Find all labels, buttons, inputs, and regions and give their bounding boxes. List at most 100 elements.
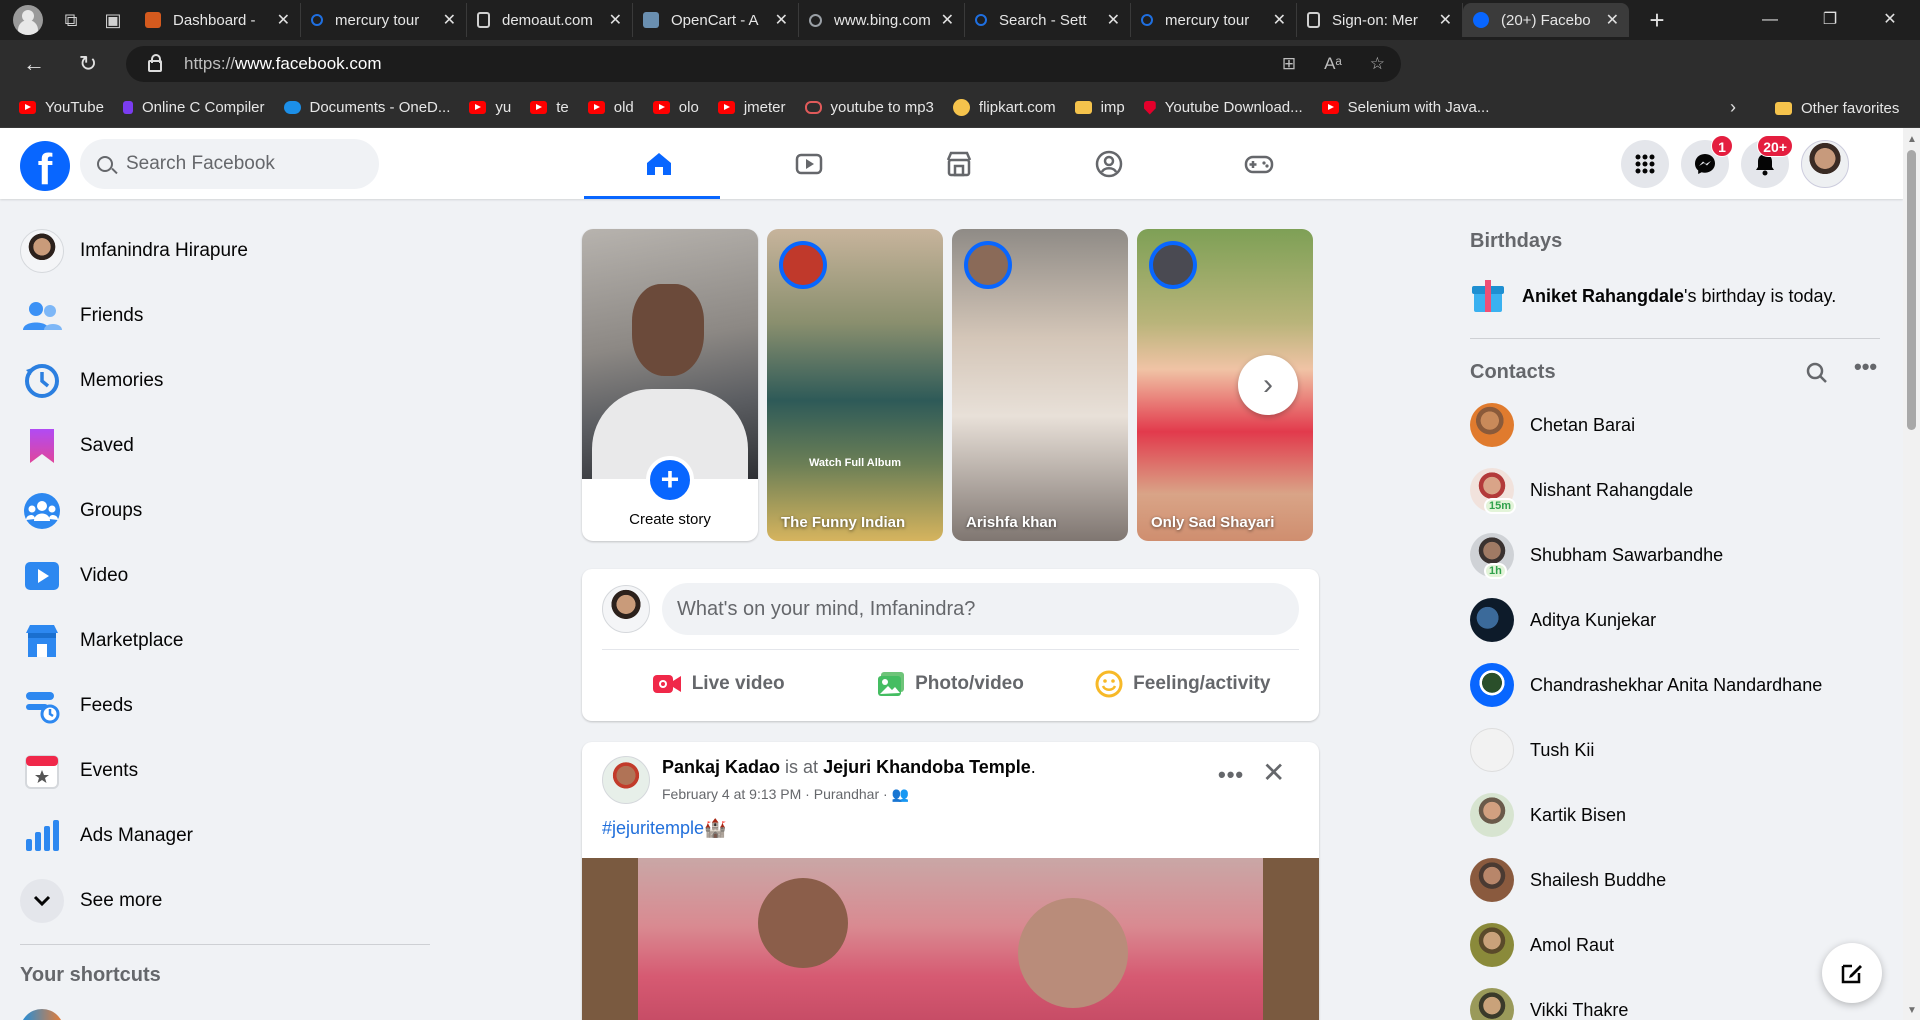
browser-tab[interactable]: www.bing.com ✕ (799, 3, 965, 37)
bookmark-item[interactable]: Selenium with Java... (1321, 99, 1489, 116)
sidebar-item-marketplace[interactable]: Marketplace (12, 613, 432, 669)
shortcut-thumbnail[interactable] (20, 1009, 64, 1020)
bookmark-item[interactable]: yu (469, 99, 511, 116)
new-tab-button[interactable]: + (1643, 5, 1671, 36)
minimize-icon[interactable]: — (1740, 0, 1800, 40)
composer-input[interactable]: What's on your mind, Imfanindra? (662, 583, 1299, 635)
stories-next-button[interactable]: › (1238, 355, 1298, 415)
post-place[interactable]: Jejuri Khandoba Temple (823, 757, 1031, 777)
contact-item[interactable]: Chandrashekhar Anita Nandardhane (1470, 659, 1880, 711)
nav-video-tab[interactable] (734, 128, 884, 199)
messenger-button[interactable]: 1 (1681, 135, 1733, 188)
browser-profile-avatar[interactable] (13, 5, 43, 35)
close-icon[interactable]: ✕ (1273, 10, 1286, 30)
vertical-tabs-icon[interactable]: ▣ (99, 6, 127, 34)
contact-item[interactable]: Amol Raut (1470, 919, 1880, 971)
nav-marketplace-tab[interactable] (884, 128, 1034, 199)
new-message-button[interactable] (1822, 943, 1882, 1003)
scroll-down-icon[interactable]: ▼ (1907, 1005, 1917, 1016)
close-icon[interactable]: ✕ (941, 10, 954, 30)
sidebar-item-profile[interactable]: Imfanindra Hirapure (12, 223, 432, 279)
close-icon[interactable]: ✕ (775, 10, 788, 30)
sidebar-item-ads-manager[interactable]: Ads Manager (12, 808, 432, 864)
post-image[interactable] (582, 858, 1319, 1020)
nav-home-tab[interactable] (584, 128, 734, 199)
refresh-icon[interactable]: ↻ (70, 51, 106, 77)
browser-tab[interactable]: Search - Sett ✕ (965, 3, 1131, 37)
notifications-button[interactable]: 20+ (1741, 135, 1793, 188)
nav-gaming-tab[interactable] (1184, 128, 1334, 199)
close-icon[interactable]: ✕ (443, 10, 456, 30)
window-close-icon[interactable]: ✕ (1860, 0, 1920, 40)
sidebar-item-see-more[interactable]: See more (12, 873, 432, 929)
browser-tab[interactable]: OpenCart - A ✕ (633, 3, 799, 37)
contact-item[interactable]: Vikki Thakre (1470, 984, 1880, 1020)
create-story-card[interactable]: + Create story (582, 229, 758, 541)
story-card[interactable]: Watch Full Album The Funny Indian (767, 229, 943, 541)
page-scrollbar[interactable]: ▲ ▼ (1903, 128, 1920, 1020)
close-icon[interactable]: ✕ (1606, 10, 1619, 30)
bookmark-item[interactable]: flipkart.com (952, 99, 1056, 116)
read-aloud-icon[interactable]: Aᵃ (1324, 54, 1342, 74)
post-timestamp[interactable]: February 4 at 9:13 PM · Purandhar · (662, 786, 892, 802)
close-icon[interactable]: ✕ (1107, 10, 1120, 30)
post-more-icon[interactable]: ••• (1218, 762, 1244, 788)
post-hashtag[interactable]: #jejuritemple🏰 (602, 818, 726, 839)
browser-tab[interactable]: mercury tour ✕ (301, 3, 467, 37)
url-field[interactable]: https://www.facebook.com ⊞ Aᵃ ☆ (126, 46, 1401, 82)
contact-item[interactable]: Chetan Barai (1470, 399, 1880, 451)
browser-tab[interactable]: mercury tour ✕ (1131, 3, 1297, 37)
post-author-name[interactable]: Pankaj Kadao (662, 757, 780, 777)
contacts-more-icon[interactable]: ••• (1854, 354, 1877, 380)
sidebar-item-feeds[interactable]: Feeds (12, 678, 432, 734)
nav-groups-tab[interactable] (1034, 128, 1184, 199)
bookmark-item[interactable]: imp (1074, 99, 1125, 116)
bookmark-item[interactable]: youtube to mp3 (804, 99, 934, 116)
browser-tab[interactable]: demoaut.com ✕ (467, 3, 633, 37)
account-avatar[interactable] (1801, 140, 1849, 188)
favorite-star-icon[interactable]: ☆ (1370, 54, 1385, 74)
contact-item[interactable]: Aditya Kunjekar (1470, 594, 1880, 646)
avatar[interactable] (602, 585, 650, 633)
workspaces-icon[interactable]: ⧉ (57, 6, 85, 34)
story-card[interactable]: Arishfa khan (952, 229, 1128, 541)
menu-button[interactable] (1621, 140, 1669, 188)
post-author-avatar[interactable] (602, 756, 650, 804)
scroll-up-icon[interactable]: ▲ (1907, 134, 1917, 145)
sidebar-item-events[interactable]: Events (12, 743, 432, 799)
contacts-search-icon[interactable] (1806, 362, 1828, 389)
post-close-icon[interactable]: ✕ (1262, 756, 1285, 789)
sidebar-item-groups[interactable]: Groups (12, 483, 432, 539)
bookmark-item[interactable]: Documents - OneD... (283, 99, 450, 116)
feeling-activity-button[interactable]: Feeling/activity (1067, 656, 1299, 712)
bookmark-item[interactable]: jmeter (717, 99, 786, 116)
search-input[interactable] (126, 153, 356, 175)
sidebar-item-memories[interactable]: Memories (12, 353, 432, 409)
photo-video-button[interactable]: Photo/video (834, 656, 1066, 712)
close-icon[interactable]: ✕ (609, 10, 622, 30)
contact-item[interactable]: 15m Nishant Rahangdale (1470, 464, 1880, 516)
contact-item[interactable]: Tush Kii (1470, 724, 1880, 776)
contact-item[interactable]: Shailesh Buddhe (1470, 854, 1880, 906)
maximize-icon[interactable]: ❐ (1800, 0, 1860, 40)
contact-item[interactable]: 1h Shubham Sawarbandhe (1470, 529, 1880, 581)
facebook-logo-icon[interactable]: f (20, 141, 70, 191)
scrollbar-thumb[interactable] (1907, 150, 1916, 430)
live-video-button[interactable]: Live video (602, 656, 834, 712)
sidebar-item-friends[interactable]: Friends (12, 288, 432, 344)
contact-item[interactable]: Kartik Bisen (1470, 789, 1880, 841)
sidebar-item-saved[interactable]: Saved (12, 418, 432, 474)
close-icon[interactable]: ✕ (1439, 10, 1452, 30)
back-icon[interactable]: ← (16, 51, 52, 77)
browser-tab[interactable]: Dashboard - ✕ (135, 3, 301, 37)
sidebar-item-video[interactable]: Video (12, 548, 432, 604)
lock-icon[interactable] (148, 54, 162, 72)
other-favorites[interactable]: Other favorites (1775, 88, 1899, 128)
bookmark-item[interactable]: Online C Compiler (122, 99, 265, 116)
chevron-right-icon[interactable]: › (1730, 97, 1736, 118)
browser-tab-active[interactable]: (20+) Facebo ✕ (1463, 3, 1629, 37)
app-available-icon[interactable]: ⊞ (1282, 54, 1296, 74)
bookmark-item[interactable]: YouTube (19, 99, 104, 116)
bookmark-item[interactable]: Youtube Download... (1143, 99, 1303, 116)
bookmark-item[interactable]: olo (652, 99, 699, 116)
